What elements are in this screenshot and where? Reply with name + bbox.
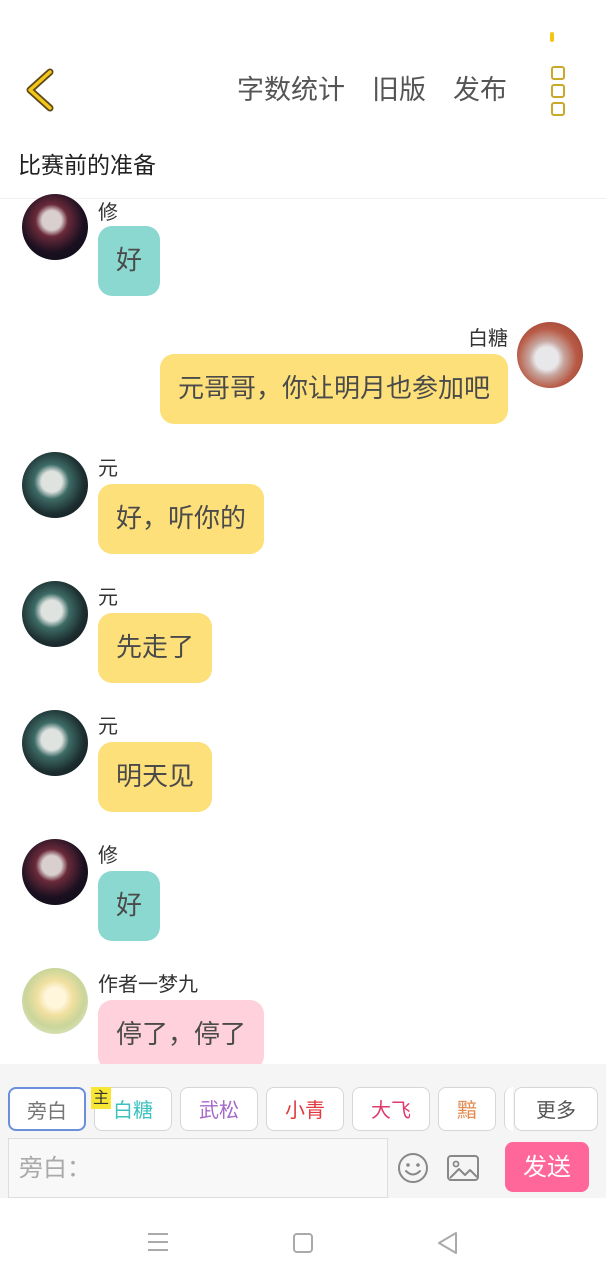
- character-tab-xiaoqing[interactable]: 小青: [266, 1087, 344, 1131]
- character-tab-narrator[interactable]: 旁白: [8, 1087, 86, 1131]
- menu-lines-icon: [148, 1233, 168, 1251]
- back-button[interactable]: [20, 66, 64, 114]
- message-bubble[interactable]: 好，听你的: [98, 484, 265, 554]
- status-indicator: [550, 32, 554, 42]
- message-bubble[interactable]: 好: [98, 226, 161, 296]
- avatar[interactable]: [22, 710, 88, 776]
- nav-back-button[interactable]: [436, 1231, 458, 1259]
- sender-name: 元: [98, 456, 118, 480]
- character-tab-wusong[interactable]: 武松: [180, 1087, 258, 1131]
- more-characters-button[interactable]: 更多: [514, 1087, 598, 1131]
- protagonist-badge: 主: [91, 1087, 111, 1109]
- avatar[interactable]: [517, 322, 583, 388]
- message-bubble[interactable]: 先走了: [98, 613, 213, 683]
- character-tab-partial[interactable]: [504, 1087, 513, 1131]
- smiley-icon: [398, 1153, 428, 1183]
- triangle-back-icon: [438, 1232, 457, 1254]
- nav-menu-button[interactable]: [146, 1231, 170, 1257]
- emoji-button[interactable]: [396, 1151, 430, 1185]
- divider: [0, 198, 606, 199]
- avatar[interactable]: [22, 839, 88, 905]
- message-bubble[interactable]: 元哥哥，你让明月也参加吧: [159, 354, 508, 424]
- publish-button[interactable]: 发布: [453, 72, 507, 110]
- message-bubble[interactable]: 停了，停了: [98, 1000, 265, 1070]
- chevron-left-icon: [26, 68, 54, 112]
- character-tab-an[interactable]: 黯: [438, 1087, 496, 1131]
- square-icon: [293, 1233, 313, 1253]
- old-version-button[interactable]: 旧版: [372, 72, 426, 110]
- message-input-box[interactable]: [8, 1138, 388, 1198]
- more-vertical-icon: [546, 66, 570, 116]
- sender-name: 元: [98, 714, 118, 738]
- sender-name: 白糖: [468, 326, 508, 350]
- avatar[interactable]: [22, 581, 88, 647]
- image-icon: [447, 1155, 479, 1181]
- nav-home-button[interactable]: [292, 1232, 314, 1258]
- word-count-button[interactable]: 字数统计: [237, 72, 345, 110]
- send-button[interactable]: 发送: [505, 1142, 589, 1192]
- message-input[interactable]: [9, 1139, 387, 1197]
- sender-name: 修: [98, 200, 118, 224]
- character-tab-dafei[interactable]: 大飞: [352, 1087, 430, 1131]
- sender-name: 作者一梦九: [98, 972, 198, 996]
- image-button[interactable]: [446, 1153, 480, 1183]
- more-menu-button[interactable]: [546, 66, 570, 116]
- avatar[interactable]: [22, 968, 88, 1034]
- avatar[interactable]: [22, 452, 88, 518]
- message-bubble[interactable]: 明天见: [98, 742, 213, 812]
- avatar[interactable]: [22, 194, 88, 260]
- message-bubble[interactable]: 好: [98, 871, 161, 941]
- page-title: 比赛前的准备: [18, 153, 156, 179]
- sender-name: 元: [98, 585, 118, 609]
- sender-name: 修: [98, 843, 118, 867]
